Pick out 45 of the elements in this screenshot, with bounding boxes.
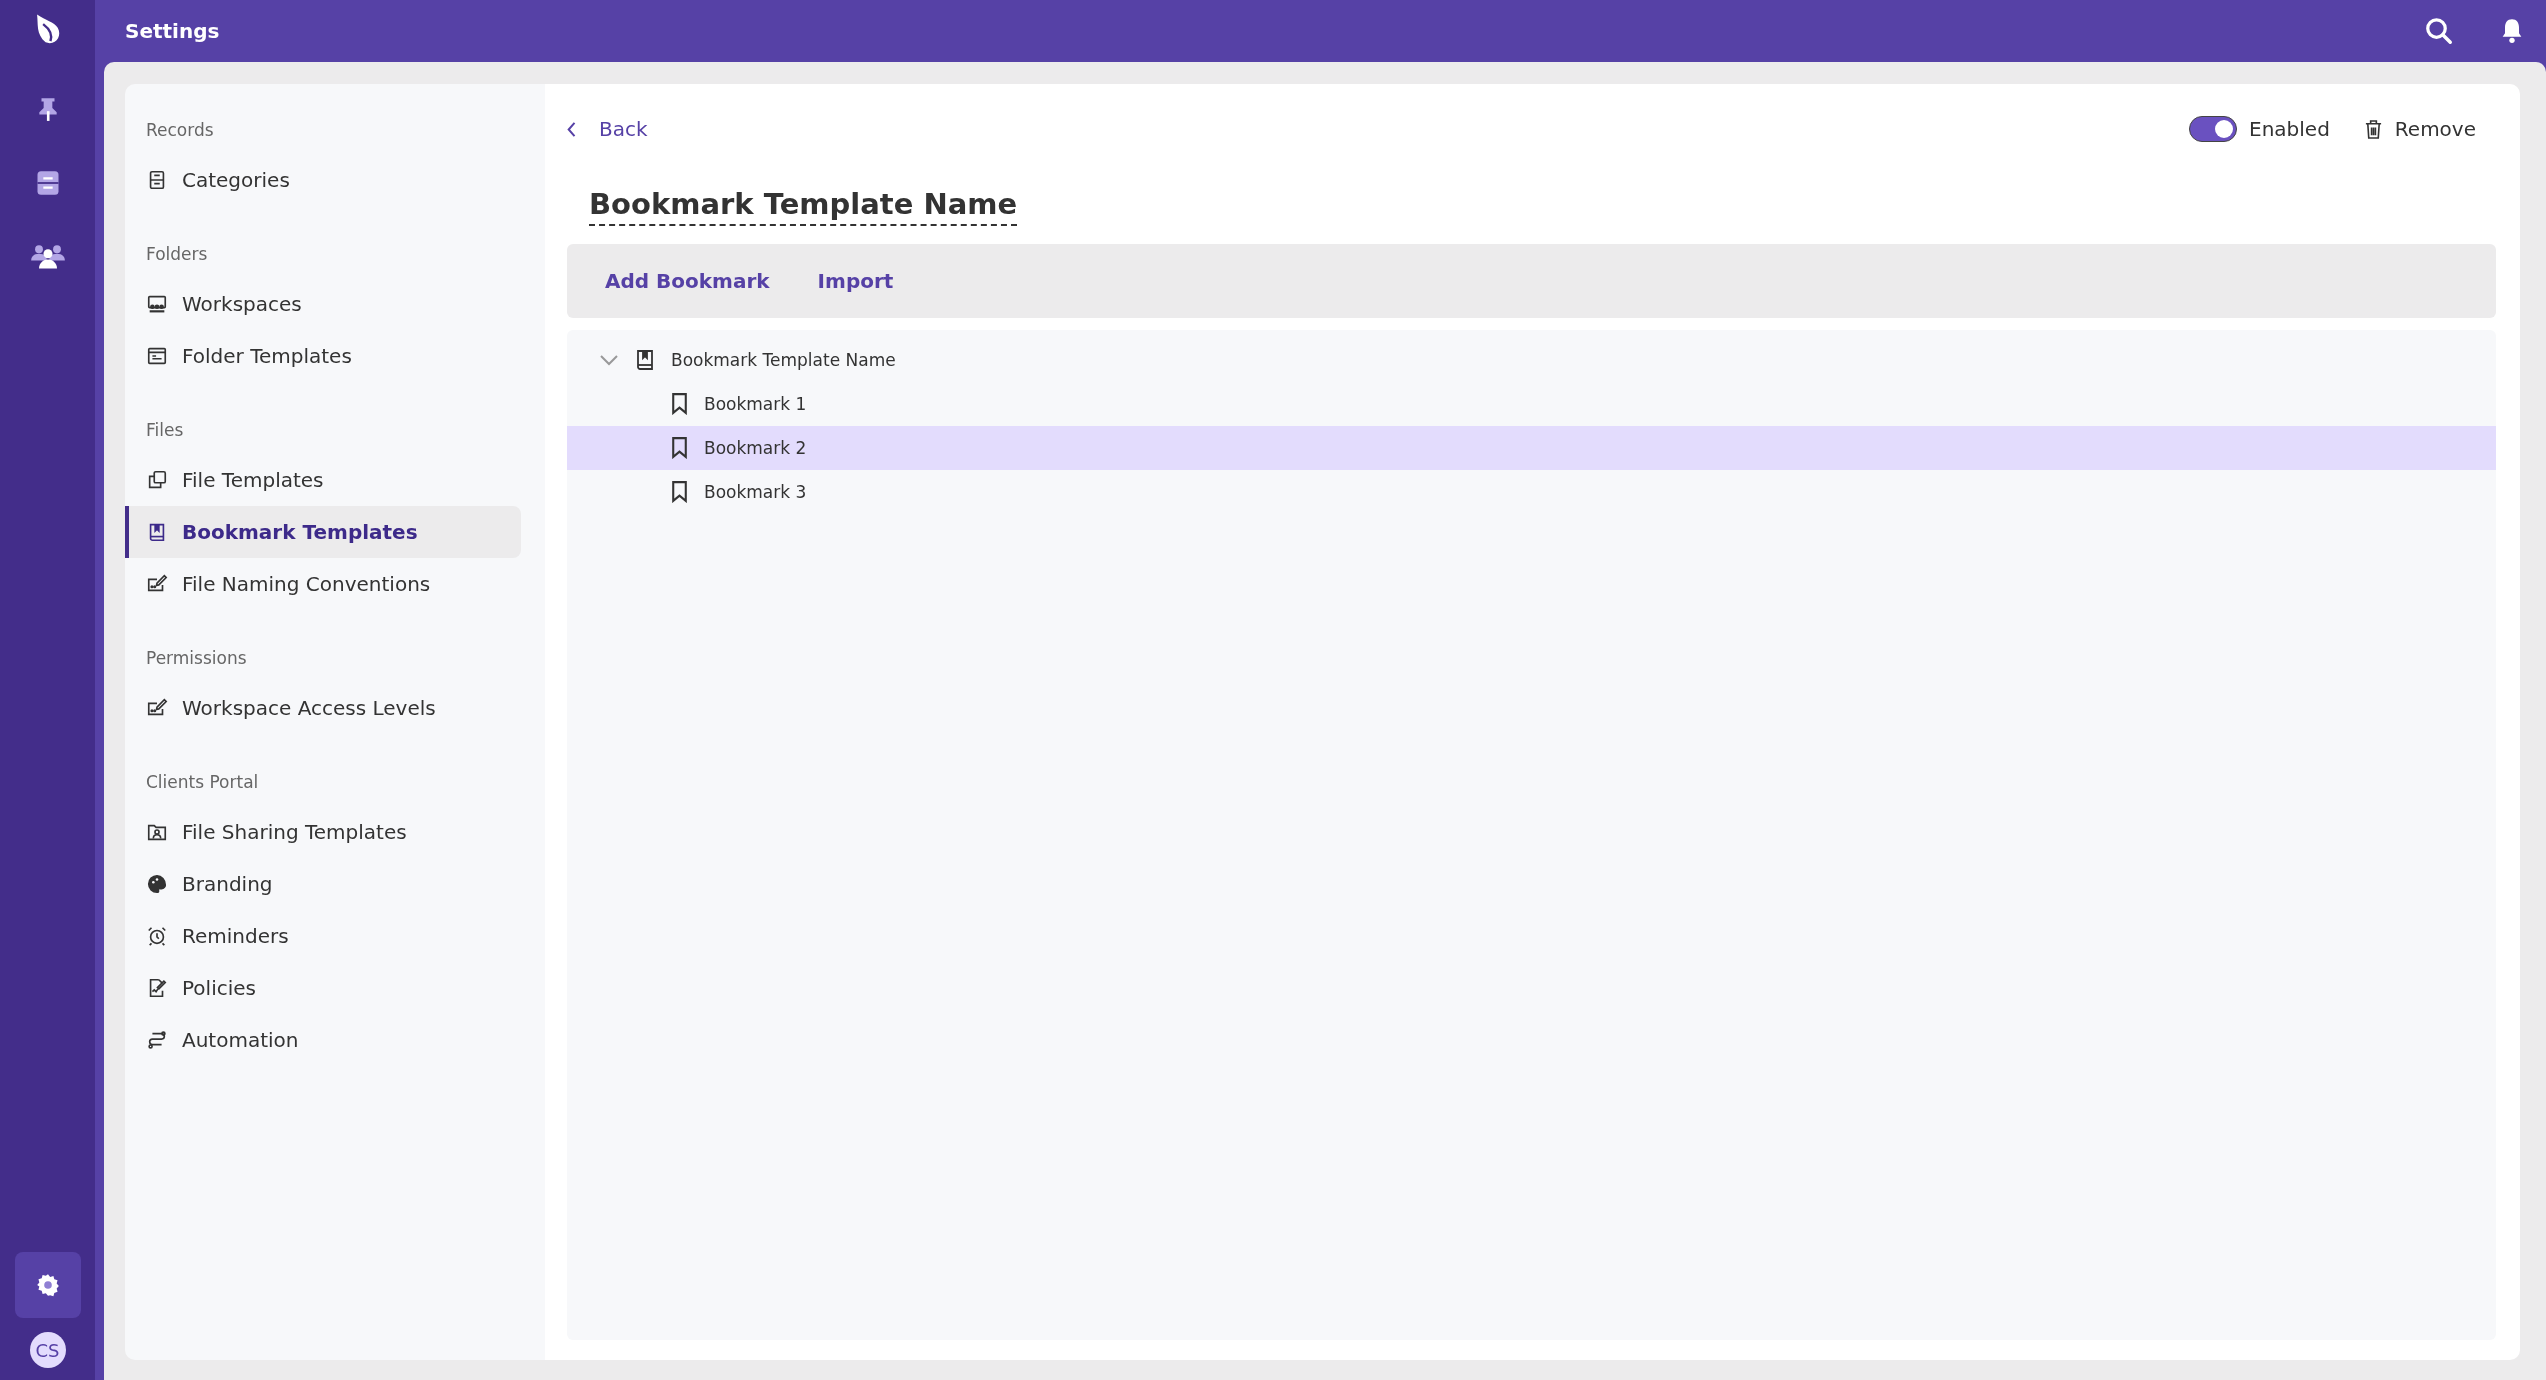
toolbar-button[interactable]: Import — [801, 262, 910, 299]
tree-row[interactable]: Bookmark 2 — [567, 425, 2496, 470]
sidebar-item[interactable]: File Templates — [125, 454, 521, 506]
sidebar-item[interactable]: Folder Templates — [125, 330, 521, 382]
sidebar-item[interactable]: Workspaces — [125, 278, 521, 330]
toggle-switch[interactable] — [2189, 116, 2237, 142]
alarm-icon — [146, 925, 168, 947]
bookmark-icon — [671, 480, 688, 504]
tree-row[interactable]: Bookmark Template Name — [567, 337, 2496, 382]
window-icon — [146, 345, 168, 367]
user-avatar[interactable]: CS — [29, 1332, 66, 1368]
section-heading: Records — [145, 120, 215, 140]
search-icon[interactable] — [2424, 16, 2454, 46]
section-heading: Folders — [145, 244, 209, 264]
template-title[interactable]: Bookmark Template Name — [589, 186, 1018, 226]
route-icon — [146, 1029, 168, 1051]
back-link[interactable]: Back — [567, 117, 648, 141]
sidebar-item[interactable]: File Naming Conventions — [125, 558, 521, 610]
toolbar-button[interactable]: Add Bookmark — [589, 262, 786, 299]
sidebar-item[interactable]: Categories — [125, 154, 521, 206]
sidebar-item[interactable]: Automation — [125, 1014, 521, 1066]
sidebar-item[interactable]: Branding — [125, 858, 521, 910]
enabled-toggle[interactable]: Enabled — [2189, 116, 2330, 142]
tree-row[interactable]: Bookmark 1 — [567, 381, 2496, 426]
section-heading: Clients Portal — [145, 772, 260, 792]
chevron-left-icon — [567, 120, 577, 138]
sidebar-item[interactable]: Workspace Access Levels — [125, 682, 521, 734]
bookmark-icon — [671, 392, 688, 416]
people-icon[interactable] — [29, 242, 66, 270]
sidebar-item[interactable]: File Sharing Templates — [125, 806, 521, 858]
tree-row[interactable]: Bookmark 3 — [567, 469, 2496, 514]
section-heading: Permissions — [145, 648, 248, 668]
settings-button[interactable] — [14, 1252, 81, 1318]
sidebar-item[interactable]: Bookmark Templates — [125, 506, 521, 558]
palette-icon — [146, 873, 168, 895]
page-title: Settings — [125, 19, 220, 43]
remove-button[interactable]: Remove — [2363, 117, 2476, 141]
bookmark-icon — [671, 436, 688, 460]
sidebar-item[interactable]: Policies — [125, 962, 521, 1014]
section-heading: Files — [145, 420, 185, 440]
sidebar-item[interactable]: Reminders — [125, 910, 521, 962]
chevron-icon[interactable] — [599, 353, 619, 366]
copy-icon — [146, 469, 168, 491]
people-board-icon — [146, 293, 168, 315]
trash-icon — [2363, 118, 2383, 140]
